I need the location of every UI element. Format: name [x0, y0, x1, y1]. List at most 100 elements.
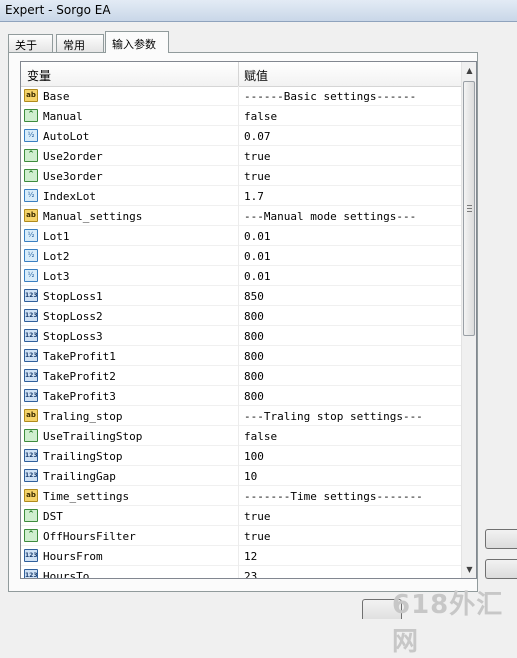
parameter-name: StopLoss3	[43, 330, 103, 343]
parameter-value[interactable]: ------Basic settings------	[244, 90, 416, 103]
parameter-row[interactable]: ⌃ Manual false	[21, 106, 461, 126]
bool-type-icon: ⌃	[24, 509, 38, 522]
parameter-value[interactable]: 12	[244, 550, 257, 563]
cell-separator	[238, 506, 239, 526]
tab-about[interactable]: 关于	[8, 34, 53, 52]
cell-separator	[238, 346, 239, 366]
parameter-value[interactable]: false	[244, 430, 277, 443]
parameter-name: TakeProfit1	[43, 350, 116, 363]
parameter-name: Time_settings	[43, 490, 130, 503]
parameter-row[interactable]: 123 TrailingStop 100	[21, 446, 461, 466]
parameter-value[interactable]: true	[244, 510, 271, 523]
parameter-value[interactable]: 800	[244, 310, 264, 323]
parameter-row[interactable]: 123 HoursFrom 12	[21, 546, 461, 566]
parameter-value[interactable]: 800	[244, 350, 264, 363]
parameter-row[interactable]: ½ Lot3 0.01	[21, 266, 461, 286]
parameter-name: Manual_settings	[43, 210, 143, 223]
parameter-row[interactable]: ½ Lot2 0.01	[21, 246, 461, 266]
tab-common[interactable]: 常用	[56, 34, 104, 52]
double-type-icon: ½	[24, 229, 38, 242]
parameter-name: Base	[43, 90, 70, 103]
scroll-down-arrow-icon[interactable]: ▼	[462, 561, 476, 578]
column-separator[interactable]	[238, 62, 239, 86]
cell-separator	[238, 246, 239, 266]
parameter-row[interactable]: 123 TakeProfit2 800	[21, 366, 461, 386]
parameter-row[interactable]: ab Base ------Basic settings------	[21, 86, 461, 106]
cell-separator	[238, 566, 239, 578]
parameter-row[interactable]: 123 TakeProfit1 800	[21, 346, 461, 366]
parameter-row[interactable]: ab Time_settings -------Time settings-----…	[21, 486, 461, 506]
parameter-name: DST	[43, 510, 63, 523]
parameter-value[interactable]: 800	[244, 330, 264, 343]
parameter-name: StopLoss1	[43, 290, 103, 303]
parameter-value[interactable]: 0.01	[244, 270, 271, 283]
parameter-value[interactable]: 0.01	[244, 250, 271, 263]
column-header-variable[interactable]: 变量	[27, 67, 51, 84]
parameter-row[interactable]: ½ Lot1 0.01	[21, 226, 461, 246]
parameter-name: TakeProfit3	[43, 390, 116, 403]
parameter-row[interactable]: ⌃ OffHoursFilter true	[21, 526, 461, 546]
vertical-scrollbar[interactable]: ▲ ▼	[461, 62, 476, 578]
side-button-1[interactable]	[485, 529, 517, 549]
parameter-row[interactable]: 123 StopLoss3 800	[21, 326, 461, 346]
int-type-icon: 123	[24, 309, 38, 322]
grid-header: 变量 赋值	[21, 62, 461, 87]
int-type-icon: 123	[24, 329, 38, 342]
parameter-value[interactable]: 0.01	[244, 230, 271, 243]
cell-separator	[238, 386, 239, 406]
parameter-value[interactable]: 0.07	[244, 130, 271, 143]
parameter-row[interactable]: 123 TakeProfit3 800	[21, 386, 461, 406]
scroll-up-arrow-icon[interactable]: ▲	[462, 62, 476, 79]
tab-inputs[interactable]: 输入参数	[105, 31, 169, 53]
parameter-value[interactable]: 850	[244, 290, 264, 303]
parameter-row[interactable]: 123 TrailingGap 10	[21, 466, 461, 486]
parameter-row[interactable]: 123 HoursTo 23	[21, 566, 461, 578]
parameter-value[interactable]: 800	[244, 370, 264, 383]
bool-type-icon: ⌃	[24, 169, 38, 182]
parameter-row[interactable]: ⌃ DST true	[21, 506, 461, 526]
parameter-row[interactable]: ab Traling_stop ---Traling stop settings--…	[21, 406, 461, 426]
int-type-icon: 123	[24, 369, 38, 382]
parameter-value[interactable]: -------Time settings-------	[244, 490, 423, 503]
parameter-name: Traling_stop	[43, 410, 123, 423]
parameter-name: IndexLot	[43, 190, 96, 203]
parameter-row[interactable]: 123 StopLoss2 800	[21, 306, 461, 326]
side-button-2[interactable]	[485, 559, 517, 579]
parameter-name: TakeProfit2	[43, 370, 116, 383]
cell-separator	[238, 226, 239, 246]
parameter-value[interactable]: 23	[244, 570, 257, 578]
parameter-row[interactable]: ½ IndexLot 1.7	[21, 186, 461, 206]
cell-separator	[238, 186, 239, 206]
parameter-value[interactable]: true	[244, 150, 271, 163]
parameter-value[interactable]: ---Traling stop settings---	[244, 410, 423, 423]
scrollbar-thumb[interactable]	[463, 81, 475, 336]
parameter-name: StopLoss2	[43, 310, 103, 323]
column-header-value[interactable]: 赋值	[244, 67, 268, 84]
parameter-value[interactable]: false	[244, 110, 277, 123]
cell-separator	[238, 146, 239, 166]
parameter-name: Lot3	[43, 270, 70, 283]
parameter-row[interactable]: ⌃ Use2order true	[21, 146, 461, 166]
parameter-value[interactable]: 10	[244, 470, 257, 483]
parameter-row[interactable]: ⌃ UseTrailingStop false	[21, 426, 461, 446]
parameter-value[interactable]: 100	[244, 450, 264, 463]
parameter-value[interactable]: ---Manual mode settings---	[244, 210, 416, 223]
cell-separator	[238, 86, 239, 106]
parameter-value[interactable]: true	[244, 170, 271, 183]
window-title: Expert - Sorgo EA	[5, 3, 111, 17]
parameter-value[interactable]: 1.7	[244, 190, 264, 203]
parameter-row[interactable]: ab Manual_settings ---Manual mode settings…	[21, 206, 461, 226]
parameter-name: Lot2	[43, 250, 70, 263]
parameter-name: Use3order	[43, 170, 103, 183]
cell-separator	[238, 286, 239, 306]
parameter-row[interactable]: ⌃ Use3order true	[21, 166, 461, 186]
parameter-value[interactable]: 800	[244, 390, 264, 403]
string-type-icon: ab	[24, 409, 38, 422]
grid-rows: ab Base ------Basic settings------ ⌃ Manual f…	[21, 86, 461, 578]
parameter-row[interactable]: ½ AutoLot 0.07	[21, 126, 461, 146]
cell-separator	[238, 366, 239, 386]
parameter-row[interactable]: 123 StopLoss1 850	[21, 286, 461, 306]
parameter-name: AutoLot	[43, 130, 90, 143]
parameter-value[interactable]: true	[244, 530, 271, 543]
parameter-name: HoursFrom	[43, 550, 103, 563]
